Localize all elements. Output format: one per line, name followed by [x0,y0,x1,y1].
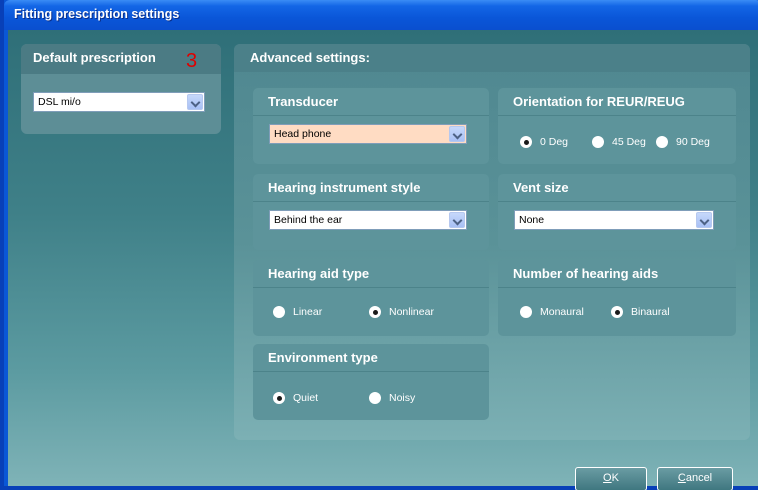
hearing-instrument-style-group: Hearing instrument style Behind the ear [253,174,489,250]
radio-90-deg[interactable]: 90 Deg [656,136,710,148]
radio-binaural[interactable]: Binaural [611,306,670,318]
dialog-content: Default prescription 3 DSL mi/o Advanced… [8,30,758,490]
radio-unchecked-icon [369,392,381,404]
chevron-down-icon[interactable] [187,94,203,110]
vent-size-value: None [519,214,545,226]
radio-label: 90 Deg [676,136,710,148]
advanced-settings-title: Advanced settings: [234,44,750,72]
radio-0-deg[interactable]: 0 Deg [520,136,568,148]
transducer-title: Transducer [253,88,489,116]
radio-unchecked-icon [656,136,668,148]
cancel-label-rest: ancel [685,472,713,484]
transducer-dropdown[interactable]: Head phone [269,124,467,144]
radio-quiet[interactable]: Quiet [273,392,318,404]
default-prescription-value: DSL mi/o [38,96,81,108]
hearing-instrument-style-dropdown[interactable]: Behind the ear [269,210,467,230]
ok-label-rest: K [611,472,619,484]
radio-45-deg[interactable]: 45 Deg [592,136,646,148]
hearing-aid-type-title: Hearing aid type [253,260,489,288]
hearing-instrument-style-title: Hearing instrument style [253,174,489,202]
orientation-title: Orientation for REUR/REUG [498,88,736,116]
window-title: Fitting prescription settings [14,7,180,21]
number-of-hearing-aids-group: Number of hearing aids Monaural Binaural [498,260,736,336]
vent-size-group: Vent size None [498,174,736,250]
hearing-instrument-style-value: Behind the ear [274,214,343,226]
title-bar[interactable]: Fitting prescription settings [4,0,758,30]
chevron-down-icon[interactable] [696,212,712,228]
annotation-number: 3 [186,50,198,72]
chevron-down-icon[interactable] [449,126,465,142]
radio-noisy[interactable]: Noisy [369,392,415,404]
radio-label: 45 Deg [612,136,646,148]
cancel-button[interactable]: Cancel [657,467,733,490]
number-of-hearing-aids-title: Number of hearing aids [498,260,736,288]
radio-label: Nonlinear [389,306,434,318]
radio-unchecked-icon [592,136,604,148]
radio-checked-icon [520,136,532,148]
transducer-group: Transducer Head phone [253,88,489,164]
radio-unchecked-icon [520,306,532,318]
radio-label: Linear [293,306,323,318]
radio-label: Noisy [389,392,416,404]
hearing-aid-type-group: Hearing aid type Linear Nonlinear [253,260,489,336]
radio-monaural[interactable]: Monaural [520,306,584,318]
default-prescription-dropdown[interactable]: DSL mi/o [33,92,205,112]
radio-checked-icon [369,306,381,318]
radio-label: Monaural [540,306,584,318]
environment-type-title: Environment type [253,344,489,372]
transducer-value: Head phone [274,128,332,140]
vent-size-title: Vent size [498,174,736,202]
ok-mnemonic: O [603,472,612,484]
orientation-group: Orientation for REUR/REUG 0 Deg 45 Deg 9… [498,88,736,164]
radio-label: Binaural [631,306,670,318]
environment-type-group: Environment type Quiet Noisy [253,344,489,420]
cancel-mnemonic: C [677,472,686,484]
dialog-window: Fitting prescription settings Default pr… [0,0,758,490]
radio-label: 0 Deg [540,136,569,148]
vent-size-dropdown[interactable]: None [514,210,714,230]
radio-checked-icon [611,306,623,318]
radio-linear[interactable]: Linear [273,306,322,318]
advanced-settings-panel: Advanced settings: Transducer Head phone… [234,44,750,440]
radio-unchecked-icon [273,306,285,318]
radio-label: Quiet [293,392,319,404]
radio-checked-icon [273,392,285,404]
ok-button[interactable]: OK [575,467,647,490]
default-prescription-panel: Default prescription 3 DSL mi/o [21,44,221,134]
chevron-down-icon[interactable] [449,212,465,228]
radio-nonlinear[interactable]: Nonlinear [369,306,434,318]
